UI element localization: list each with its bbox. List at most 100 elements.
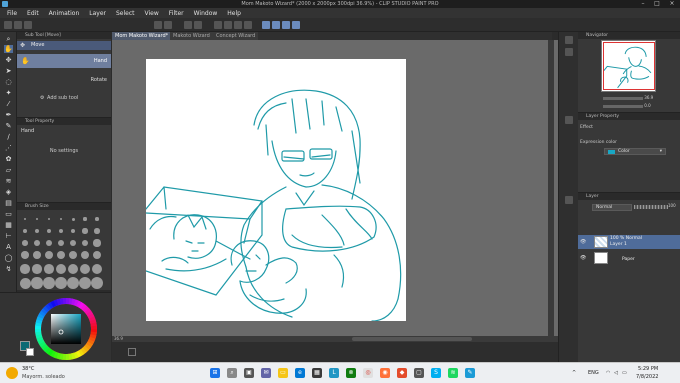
- sub-tool-group-move[interactable]: Move: [17, 41, 111, 50]
- brush-size-preset[interactable]: [91, 263, 103, 275]
- hue-ring-segment[interactable]: [35, 333, 43, 339]
- menu-select[interactable]: Select: [116, 10, 135, 17]
- undo-icon[interactable]: [154, 21, 162, 29]
- eye-icon[interactable]: 👁: [580, 255, 586, 261]
- app-icon[interactable]: ◆: [397, 368, 407, 378]
- hue-ring-segment[interactable]: [47, 348, 54, 356]
- hue-ring-segment[interactable]: [76, 300, 82, 308]
- brush-size-preset[interactable]: [93, 239, 101, 247]
- eraser-tool-icon[interactable]: ▱: [4, 166, 13, 174]
- brush-tool-icon[interactable]: ∕: [4, 133, 13, 141]
- clock-date[interactable]: 7/8/2022: [636, 374, 658, 380]
- brush-size-preset[interactable]: [35, 217, 39, 221]
- tray-chevron-icon[interactable]: ^: [572, 370, 576, 376]
- battery-icon[interactable]: ▭: [622, 370, 627, 376]
- brush-size-preset[interactable]: [71, 217, 75, 221]
- snap-ruler-icon[interactable]: [244, 21, 252, 29]
- hue-ring-segment[interactable]: [80, 303, 88, 311]
- hue-ring-segment[interactable]: [90, 322, 97, 327]
- brush-size-preset[interactable]: [91, 277, 103, 289]
- hue-ring-segment[interactable]: [88, 336, 96, 343]
- brush-size-preset[interactable]: [32, 264, 42, 274]
- blend-mode-dropdown[interactable]: Normal: [592, 204, 632, 211]
- sub-tool-rotate[interactable]: Rotate: [17, 76, 111, 84]
- hue-ring-segment[interactable]: [44, 347, 52, 355]
- pencil-tool-icon[interactable]: ✎: [4, 122, 13, 130]
- brush-size-preset[interactable]: [67, 263, 79, 275]
- opacity-value[interactable]: 100: [668, 203, 676, 208]
- brush-size-preset[interactable]: [20, 264, 30, 274]
- menu-window[interactable]: Window: [194, 10, 218, 17]
- clear-icon[interactable]: [184, 21, 192, 29]
- text-tool-icon[interactable]: A: [4, 243, 13, 251]
- hue-ring-segment[interactable]: [42, 345, 50, 353]
- hue-ring-segment[interactable]: [89, 319, 97, 325]
- brush-size-preset[interactable]: [58, 228, 64, 234]
- hue-ring-segment[interactable]: [50, 300, 57, 308]
- menu-filter[interactable]: Filter: [169, 10, 184, 17]
- brush-size-preset[interactable]: [19, 277, 31, 289]
- language-indicator[interactable]: ENG: [588, 370, 599, 376]
- hue-ring-segment[interactable]: [38, 341, 46, 348]
- snap-special-ruler-icon[interactable]: [262, 21, 270, 29]
- hue-ring-segment[interactable]: [37, 313, 45, 319]
- brush-size-preset[interactable]: [21, 251, 29, 259]
- weather-temperature[interactable]: 38°C: [22, 366, 34, 372]
- brush-size-preset[interactable]: [47, 217, 51, 221]
- navigator-zoom-slider[interactable]: 36.9: [578, 94, 680, 101]
- chrome-icon[interactable]: ◎: [363, 368, 373, 378]
- hue-ring-segment[interactable]: [45, 303, 52, 311]
- spotify-icon[interactable]: ≋: [448, 368, 458, 378]
- eyedropper-icon[interactable]: ⁄: [4, 100, 13, 108]
- xbox-icon[interactable]: ⊗: [346, 368, 356, 378]
- hue-ring-segment[interactable]: [78, 349, 85, 357]
- hue-ring-segment[interactable]: [70, 352, 76, 360]
- file-explorer-icon[interactable]: ▭: [278, 368, 288, 378]
- brush-size-preset[interactable]: [22, 240, 28, 246]
- brush-size-preset[interactable]: [67, 277, 79, 289]
- snap-grid-icon[interactable]: [272, 21, 280, 29]
- drawing-paper[interactable]: [146, 59, 406, 321]
- search-icon[interactable]: ⌕: [227, 368, 237, 378]
- hue-ring-segment[interactable]: [73, 299, 80, 307]
- hue-ring-segment[interactable]: [87, 339, 95, 345]
- hue-ring-segment[interactable]: [82, 345, 90, 353]
- hue-ring-segment[interactable]: [89, 334, 97, 340]
- ruler-tool-icon[interactable]: ⊢: [4, 232, 13, 240]
- brush-size-preset[interactable]: [46, 228, 52, 234]
- sub-view-icon[interactable]: [565, 48, 573, 56]
- decoration-tool-icon[interactable]: ✿: [4, 155, 13, 163]
- brush-size-preset[interactable]: [33, 251, 41, 259]
- brush-size-preset[interactable]: [23, 229, 27, 233]
- hue-ring-segment[interactable]: [90, 331, 97, 336]
- figure-tool-icon[interactable]: ▭: [4, 210, 13, 218]
- csp-icon[interactable]: ✎: [465, 368, 475, 378]
- navigator-preview[interactable]: [601, 40, 656, 92]
- hue-ring-segment[interactable]: [50, 350, 56, 358]
- brush-size-preset[interactable]: [81, 239, 89, 247]
- navigator-tab-icon[interactable]: [565, 36, 573, 44]
- hue-ring-segment[interactable]: [47, 301, 54, 309]
- layer-row-layer-1[interactable]: 👁 100 % Normal Layer 1: [578, 235, 680, 249]
- brush-size-preset[interactable]: [45, 239, 53, 247]
- main-color-swatch-icon[interactable]: [4, 276, 13, 284]
- background-color-swatch[interactable]: [26, 348, 34, 356]
- gradient-tool-icon[interactable]: ▤: [4, 199, 13, 207]
- layer-tab-icon[interactable]: [565, 196, 573, 204]
- maximize-icon[interactable]: □: [650, 0, 664, 8]
- start-windows-icon[interactable]: ⊞: [210, 368, 220, 378]
- chat-icon[interactable]: ✉: [261, 368, 271, 378]
- menu-animation[interactable]: Animation: [49, 10, 80, 17]
- brush-size-preset[interactable]: [24, 218, 26, 220]
- menu-help[interactable]: Help: [227, 10, 241, 17]
- hue-ring-segment[interactable]: [68, 353, 73, 360]
- brush-size-preset[interactable]: [59, 217, 63, 221]
- move-tool-icon[interactable]: ✥: [4, 56, 13, 64]
- hue-ring-segment[interactable]: [37, 338, 45, 345]
- hue-ring-segment[interactable]: [36, 315, 44, 322]
- snap-vector-icon[interactable]: [292, 21, 300, 29]
- brush-size-preset[interactable]: [70, 228, 76, 234]
- hue-ring-segment[interactable]: [35, 331, 42, 336]
- brush-size-preset[interactable]: [68, 250, 78, 260]
- edge-icon[interactable]: e: [295, 368, 305, 378]
